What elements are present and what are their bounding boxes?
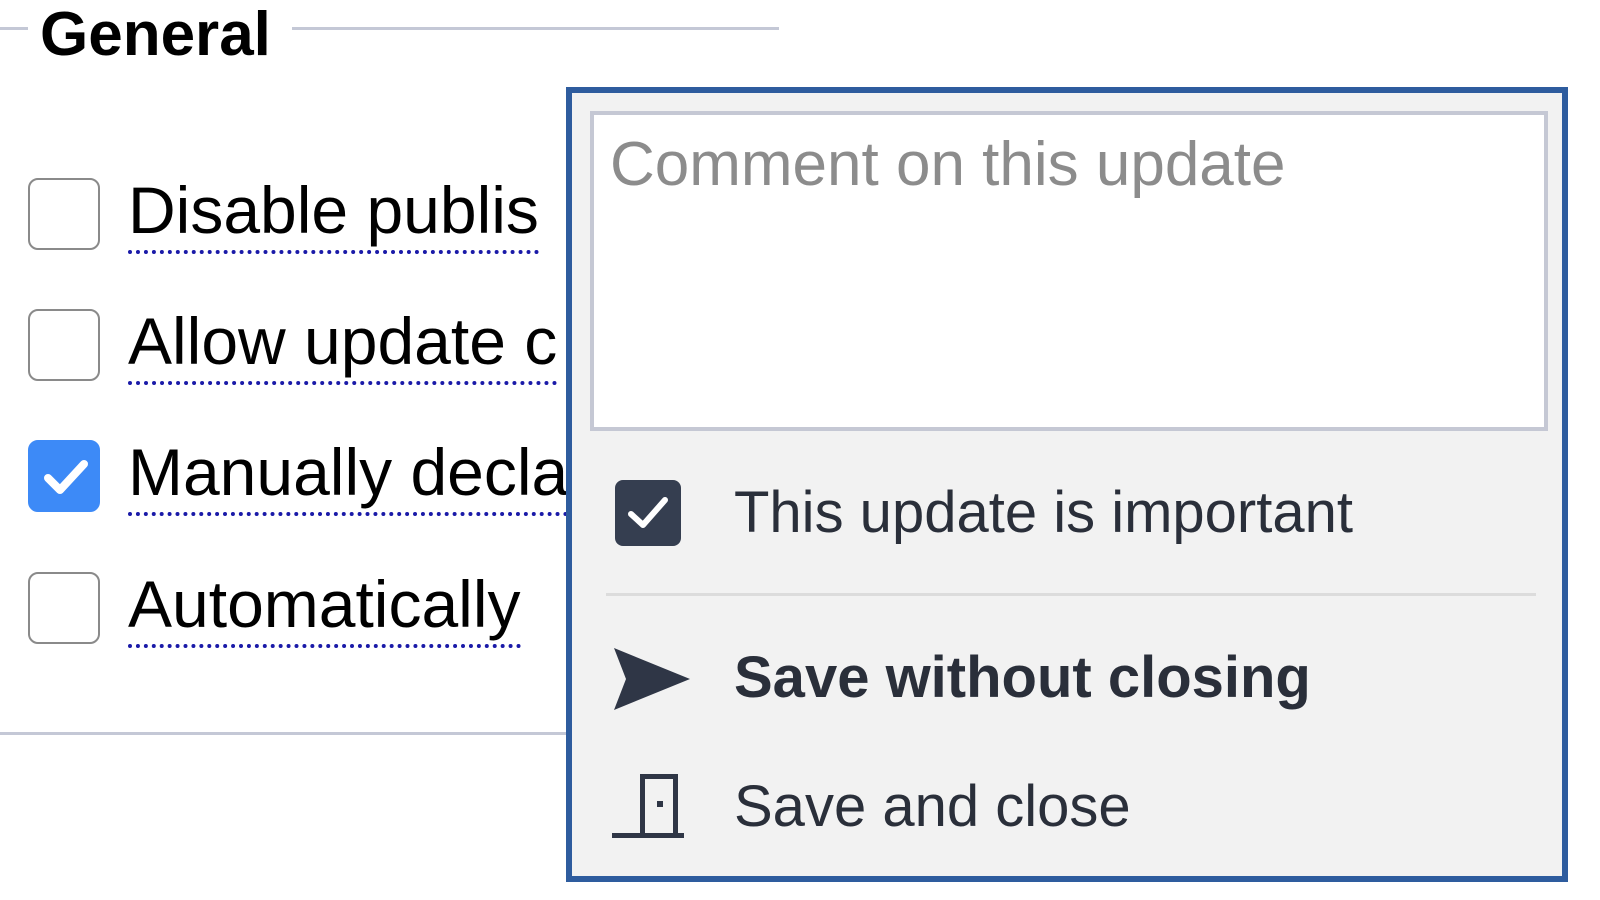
fieldset-border-left <box>0 27 28 30</box>
comment-textarea[interactable] <box>590 111 1548 431</box>
menu-divider <box>606 593 1536 596</box>
option-row-allow-update: Allow update c <box>0 304 600 397</box>
fieldset-legend: General <box>40 0 271 69</box>
option-row-automatically: Automatically <box>0 567 600 660</box>
disable-publishing-label[interactable]: Disable publis <box>128 170 539 254</box>
option-row-manually-declare: Manually decla <box>0 435 600 528</box>
manually-declare-label[interactable]: Manually decla <box>128 432 569 516</box>
save-without-closing-label: Save without closing <box>734 645 1311 710</box>
checkmark-icon <box>44 460 88 494</box>
save-popup: This update is important Save without cl… <box>566 87 1568 882</box>
automatically-label[interactable]: Automatically <box>128 564 521 648</box>
save-and-close-button[interactable]: Save and close <box>572 757 1562 857</box>
important-label: This update is important <box>734 480 1353 545</box>
important-checkbox[interactable] <box>615 480 681 546</box>
send-icon <box>612 646 692 717</box>
save-without-closing-button[interactable]: Save without closing <box>572 628 1562 728</box>
allow-update-checkbox[interactable] <box>28 309 100 381</box>
allow-update-label[interactable]: Allow update c <box>128 301 558 385</box>
automatically-checkbox[interactable] <box>28 572 100 644</box>
door-icon <box>612 771 688 846</box>
option-row-disable-publishing: Disable publis <box>0 173 600 266</box>
important-option[interactable]: This update is important <box>572 463 1562 563</box>
manually-declare-checkbox[interactable] <box>28 440 100 512</box>
save-and-close-label: Save and close <box>734 774 1131 839</box>
checkmark-icon <box>628 497 668 528</box>
disable-publishing-checkbox[interactable] <box>28 178 100 250</box>
fieldset-border-bottom <box>0 732 580 735</box>
fieldset-border-right <box>292 27 779 30</box>
